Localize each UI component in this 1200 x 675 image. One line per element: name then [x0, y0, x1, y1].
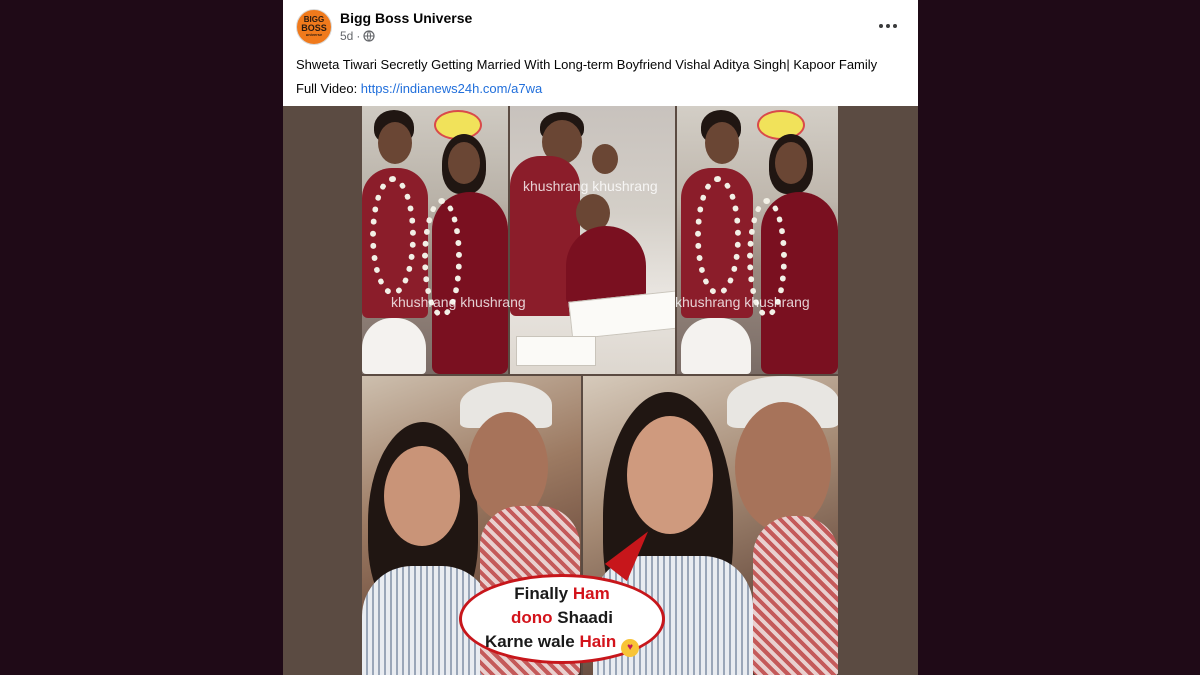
page-name-link[interactable]: Bigg Boss Universe [340, 10, 472, 26]
bubble-line-2: dono Shaadi [510, 607, 613, 627]
smiling-face-with-hearts-icon: ♥ [621, 638, 640, 657]
post-caption: Shweta Tiwari Secretly Getting Married W… [296, 53, 911, 101]
more-horizontal-icon [879, 24, 883, 28]
photo-couple-garlands-left [362, 106, 508, 374]
bubble-line-3: Karne wale Hain ♥ [485, 630, 640, 657]
photo-couple-garlands-right [677, 106, 838, 374]
avatar-text-line-3: universe [305, 32, 323, 37]
more-options-button[interactable] [873, 12, 903, 40]
watermark-text-3: khushrang khushrang [675, 294, 810, 310]
post-header: BIGG BOSS universe Bigg Boss Universe 5d… [283, 0, 918, 54]
post-meta: 5d · [340, 29, 375, 43]
background-left [0, 0, 283, 675]
globe-icon [363, 30, 375, 42]
bubble-line-1: Finally Ham [514, 583, 610, 603]
caption-text: Shweta Tiwari Secretly Getting Married W… [296, 57, 878, 72]
full-video-label: Full Video: [296, 81, 361, 96]
video-link[interactable]: https://indianews24h.com/a7wa [361, 81, 542, 96]
watermark-text-1: khushrang khushrang [391, 294, 526, 310]
full-video-line: Full Video: https://indianews24h.com/a7w… [296, 77, 911, 101]
background-right [918, 0, 1200, 675]
post-image[interactable]: khushrang khushrang khushrang khushrang … [283, 106, 918, 675]
page-avatar[interactable]: BIGG BOSS universe [296, 9, 332, 45]
avatar-text-line-2: BOSS [301, 23, 327, 33]
facebook-post-card: BIGG BOSS universe Bigg Boss Universe 5d… [283, 0, 918, 675]
photo-signing-register [510, 106, 675, 374]
meta-separator: · [356, 29, 361, 43]
speech-bubble: Finally Ham dono Shaadi Karne wale Hain … [459, 574, 665, 664]
watermark-text-2: khushrang khushrang [523, 178, 658, 194]
post-timestamp[interactable]: 5d [340, 29, 353, 43]
